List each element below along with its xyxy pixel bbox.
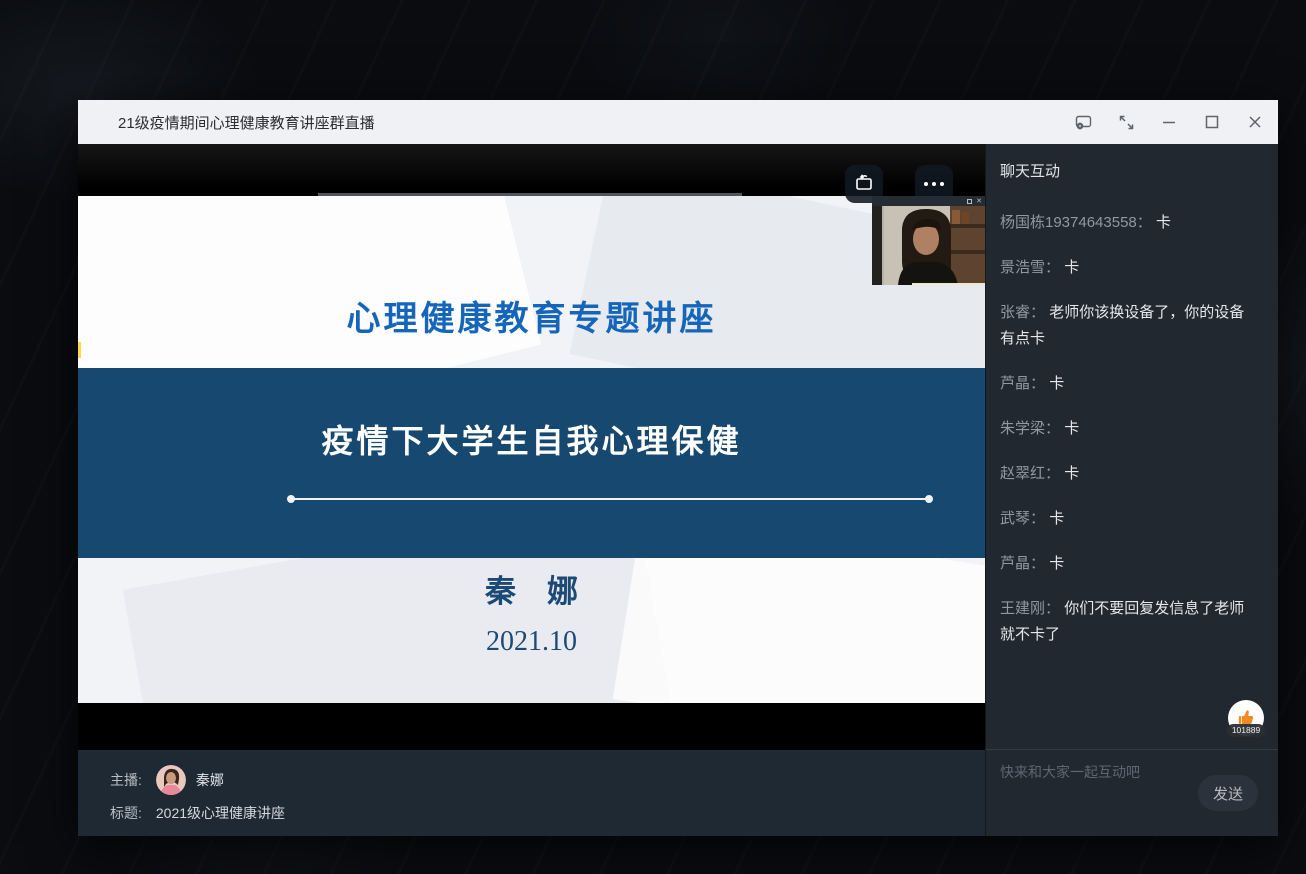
close-icon bbox=[1248, 115, 1262, 129]
chat-message: 赵翠红： 卡 bbox=[1000, 461, 1264, 487]
slide-divider-line bbox=[291, 498, 929, 500]
chat-sender: 赵翠红： bbox=[1000, 465, 1060, 482]
stream-title-label: 标题: bbox=[110, 803, 142, 823]
chat-sender: 杨国栋19374643558： bbox=[1000, 214, 1152, 231]
window-controls bbox=[1074, 113, 1264, 131]
chat-message-list[interactable]: 聊天互动 杨国栋19374643558： 卡 景浩雪： 卡 张睿： 老师你该换设… bbox=[986, 144, 1278, 750]
chat-message: 张睿： 老师你该换设备了，你的设备有点卡 bbox=[1000, 300, 1264, 352]
share-screen-icon bbox=[853, 173, 875, 196]
maximize-icon bbox=[1205, 115, 1219, 129]
more-icon bbox=[924, 182, 944, 186]
maximize-button[interactable] bbox=[1203, 113, 1221, 131]
window-titlebar[interactable]: 21级疫情期间心理健康教育讲座群直播 bbox=[78, 100, 1278, 144]
like-count-badge: 101889 bbox=[1227, 724, 1265, 737]
chat-text: 卡 bbox=[1049, 555, 1064, 572]
close-button[interactable] bbox=[1246, 113, 1264, 131]
host-name: 秦娜 bbox=[196, 770, 224, 790]
chat-sender: 芦晶： bbox=[1000, 375, 1045, 392]
chat-message: 景浩雪： 卡 bbox=[1000, 255, 1264, 281]
chat-sender: 张睿： bbox=[1000, 304, 1045, 321]
chat-text: 卡 bbox=[1049, 375, 1064, 392]
slide-date: 2021.10 bbox=[78, 626, 985, 658]
minimize-icon bbox=[1162, 115, 1176, 129]
chat-message: 朱学梁： 卡 bbox=[1000, 416, 1264, 442]
live-stream-window: 21级疫情期间心理健康教育讲座群直播 bbox=[78, 100, 1278, 836]
minimize-button[interactable] bbox=[1160, 113, 1178, 131]
chat-message: 武琴： 卡 bbox=[1000, 506, 1264, 532]
presentation-slide: 心理健康教育专题讲座 疫情下大学生自我心理保健 秦 娜 2021.10 bbox=[78, 196, 985, 703]
chat-input-area: 发送 bbox=[986, 750, 1278, 835]
webcam-close-icon[interactable]: ✕ bbox=[976, 198, 982, 205]
chat-text: 卡 bbox=[1064, 420, 1079, 437]
chat-text: 卡 bbox=[1049, 510, 1064, 527]
slide-edge-artifact bbox=[78, 342, 81, 358]
host-avatar bbox=[156, 765, 186, 795]
host-label: 主播: bbox=[110, 770, 142, 790]
webcam-video bbox=[872, 206, 985, 285]
chat-sender: 朱学梁： bbox=[1000, 420, 1060, 437]
webcam-overlay[interactable]: ✕ bbox=[872, 196, 985, 285]
chat-sender: 王建刚： bbox=[1000, 600, 1060, 617]
host-info-bar: 主播: 秦娜 标题: 2021级心理健康讲座 bbox=[78, 750, 985, 836]
chat-sender: 武琴： bbox=[1000, 510, 1045, 527]
slide-subtitle: 疫情下大学生自我心理保健 bbox=[78, 416, 985, 462]
chat-sender: 芦晶： bbox=[1000, 555, 1045, 572]
stream-title: 2021级心理健康讲座 bbox=[156, 803, 285, 823]
chat-message: 杨国栋19374643558： 卡 bbox=[1000, 210, 1264, 236]
send-button[interactable]: 发送 bbox=[1198, 775, 1258, 811]
chat-sidebar: 聊天互动 杨国栋19374643558： 卡 景浩雪： 卡 张睿： 老师你该换设… bbox=[985, 144, 1278, 836]
pip-settings-button[interactable] bbox=[1074, 113, 1092, 131]
pip-settings-icon bbox=[1074, 114, 1093, 131]
chat-sender: 景浩雪： bbox=[1000, 259, 1060, 276]
window-title: 21级疫情期间心理健康教育讲座群直播 bbox=[118, 112, 1074, 133]
chat-input[interactable] bbox=[1000, 764, 1170, 780]
slide-title: 心理健康教育专题讲座 bbox=[78, 291, 985, 340]
expand-icon bbox=[1118, 114, 1135, 131]
slide-subtitle-band: 疫情下大学生自我心理保健 bbox=[78, 368, 985, 558]
chat-text: 卡 bbox=[1156, 214, 1171, 231]
fullscreen-button[interactable] bbox=[1117, 113, 1135, 131]
chat-message: 芦晶： 卡 bbox=[1000, 551, 1264, 577]
stream-column: 心理健康教育专题讲座 疫情下大学生自我心理保健 秦 娜 2021.10 bbox=[78, 144, 985, 836]
like-widget: 101889 bbox=[1228, 700, 1264, 740]
webcam-titlebar: ✕ bbox=[872, 196, 985, 206]
window-body: 心理健康教育专题讲座 疫情下大学生自我心理保健 秦 娜 2021.10 bbox=[78, 144, 1278, 836]
slide-speaker-name: 秦 娜 bbox=[78, 566, 985, 611]
chat-message: 芦晶： 卡 bbox=[1000, 371, 1264, 397]
webcam-maximize-icon[interactable] bbox=[967, 199, 972, 204]
chat-text: 卡 bbox=[1064, 465, 1079, 482]
chat-text: 卡 bbox=[1064, 259, 1079, 276]
chat-header: 聊天互动 bbox=[1000, 160, 1264, 181]
video-player[interactable]: 心理健康教育专题讲座 疫情下大学生自我心理保健 秦 娜 2021.10 bbox=[78, 144, 985, 750]
chat-message: 王建刚： 你们不要回复发信息了老师就不卡了 bbox=[1000, 596, 1264, 648]
